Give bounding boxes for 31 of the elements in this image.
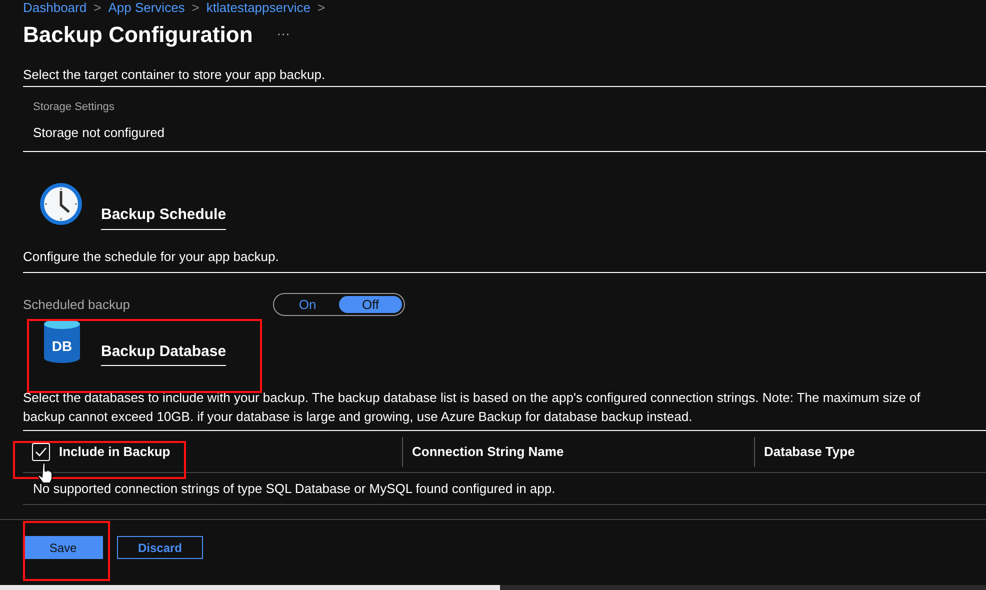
breadcrumb-link[interactable]: Dashboard [23,0,87,14]
checkbox[interactable] [32,442,50,460]
section-heading: Backup Schedule [101,204,226,230]
section-heading: Backup Database [101,340,226,366]
page-title: Backup Configuration [23,20,253,49]
scheduled-backup-label: Scheduled backup [23,296,131,314]
database-description-line: Select the databases to include with your backup. The backup database list is based on the app's configured connection strings. Note: The maximum size of [23,389,922,407]
column-header: Database Type [764,442,855,461]
column-header: Connection String Name [412,442,564,461]
breadcrumb-separator: > [192,0,200,14]
toggle-switch[interactable]: On Off [273,293,405,316]
breadcrumb-link[interactable]: App Services [108,0,185,14]
column-header: Include in Backup [59,442,170,461]
scrollbar-thumb[interactable] [0,585,500,590]
storage-label: Storage Settings [33,100,116,114]
clock-icon [38,180,84,226]
discard-button[interactable]: Discard [117,536,203,559]
checkmark-icon [35,446,47,456]
toggle-option[interactable]: On [276,296,339,313]
database-description-line: backup cannot exceed 10GB. if your database is large and growing, use Azure Backup for database backup instead. [23,408,694,426]
storage-value: Storage not configured [33,124,166,142]
hand-cursor-icon [38,462,54,484]
schedule-description: Configure the schedule for your app backup. [23,248,279,264]
more-menu[interactable]: ··· [276,24,290,44]
storage-intro: Select the target container to store your app backup. [23,67,326,82]
save-button[interactable]: Save [23,536,103,559]
toggle-option[interactable]: Off [339,296,402,313]
breadcrumb-link[interactable]: ktlatestappservice [206,0,310,14]
breadcrumb-separator: > [317,0,326,14]
empty-message: No supported connection strings of type SQL Database or MySQL found configured in app. [33,480,556,498]
breadcrumb-separator: > [94,0,102,14]
